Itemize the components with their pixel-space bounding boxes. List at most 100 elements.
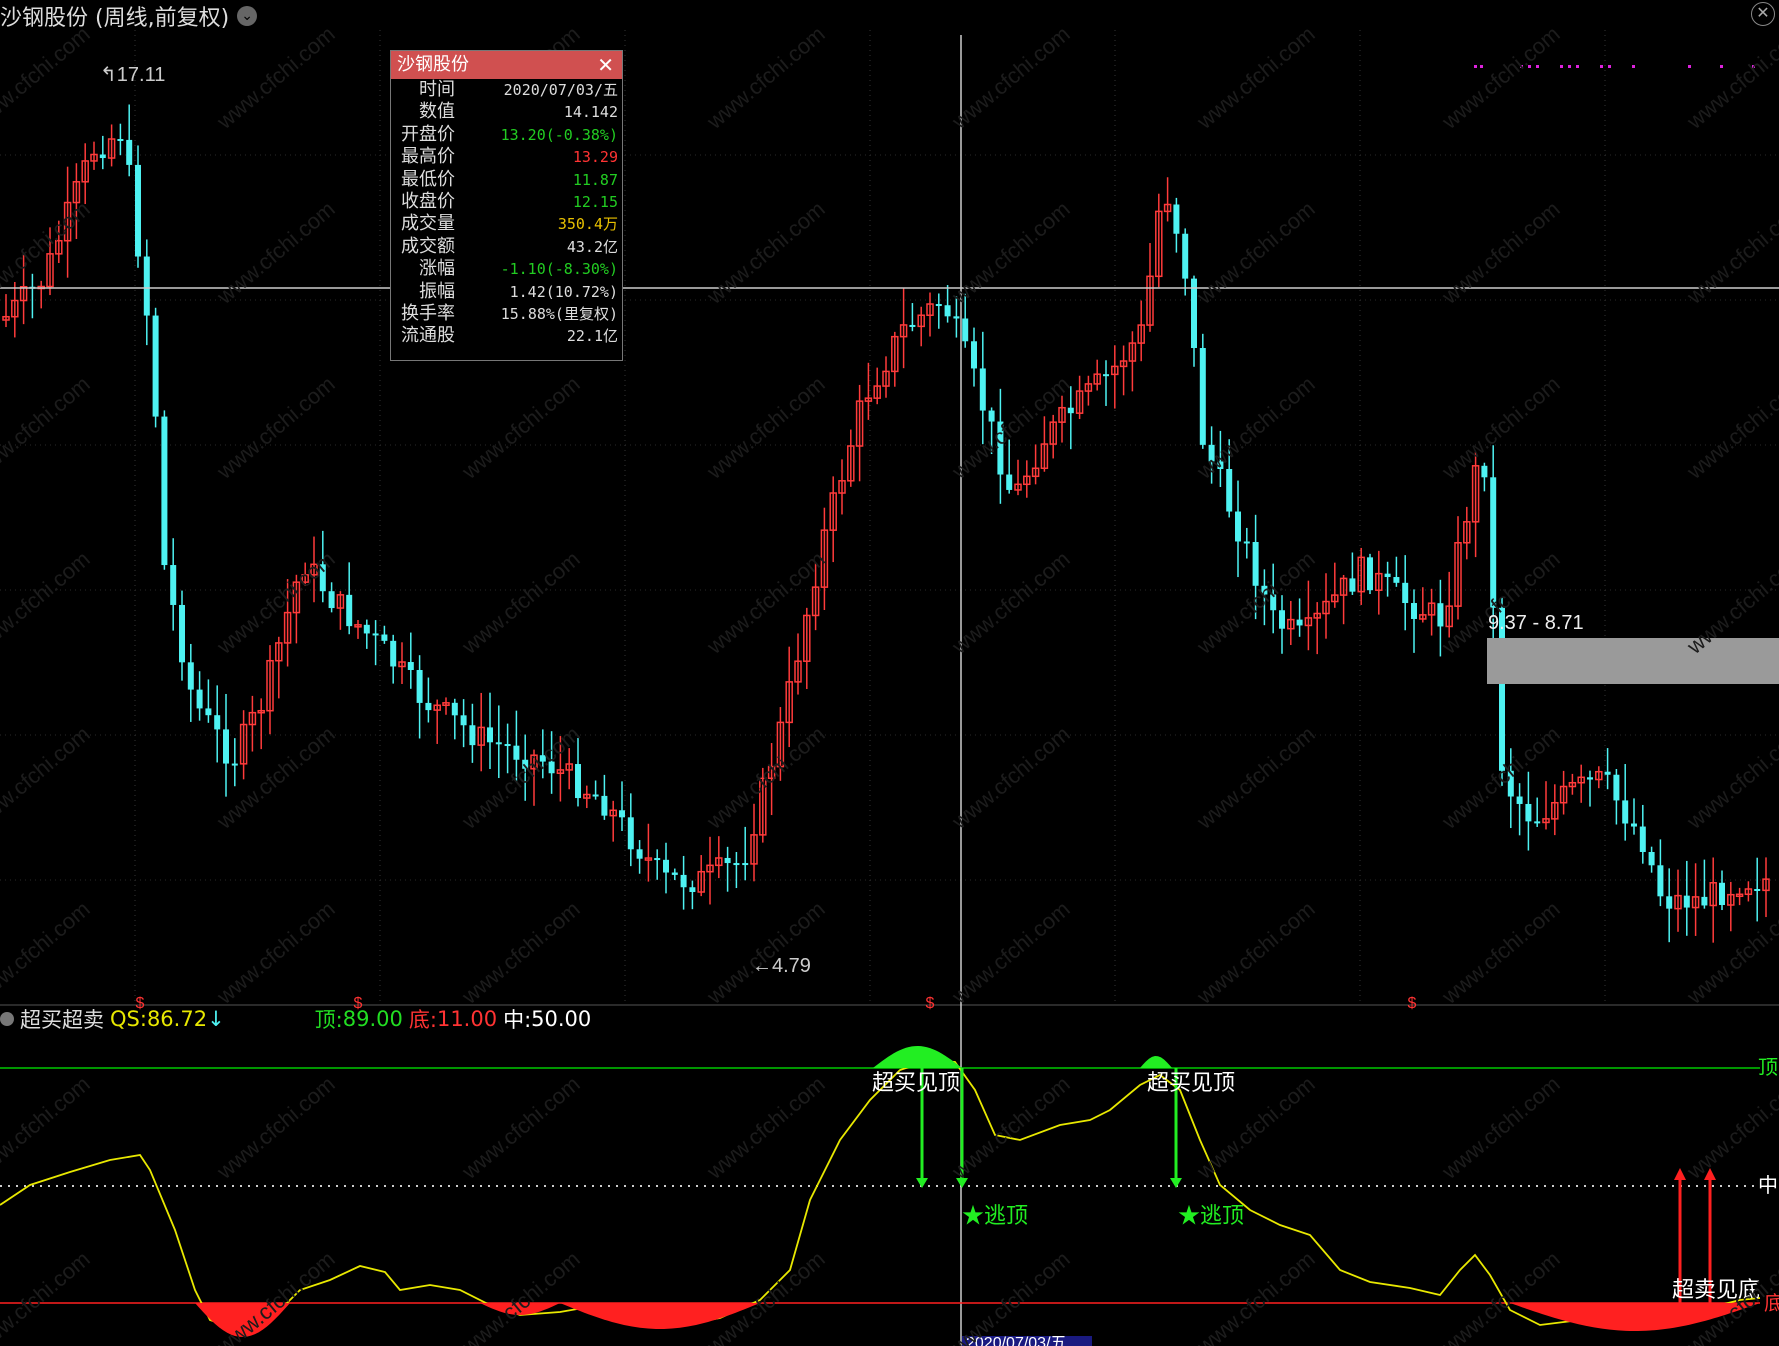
- candle-body: [126, 139, 133, 165]
- candle-body: [592, 794, 599, 797]
- watermark: www.cfchi.com: [0, 896, 95, 1009]
- info-row: 涨幅 -1.10(-8.30%): [391, 258, 622, 280]
- info-row: 成交量 350.4万: [391, 213, 622, 235]
- info-key: 成交量: [401, 213, 455, 235]
- candle-body: [1683, 895, 1690, 908]
- signal-marker: $: [926, 995, 935, 1012]
- candle-body: [1534, 821, 1541, 824]
- candle-body: [143, 256, 150, 316]
- candle-body: [135, 164, 141, 257]
- candle-body: [187, 662, 194, 690]
- qs-label: QS:: [110, 1007, 147, 1031]
- mid-line-tag: 中: [1758, 1174, 1778, 1197]
- info-value: 13.20(-0.38%): [500, 125, 618, 144]
- watermark: www.cfchi.com: [701, 371, 829, 484]
- info-value: 1.42(10.72%): [509, 282, 618, 301]
- candle-body: [346, 594, 353, 627]
- candle-body: [469, 725, 476, 746]
- candle-body: [416, 670, 423, 703]
- info-box-close-icon[interactable]: ✕: [597, 51, 614, 79]
- watermark: www.cfchi.com: [0, 371, 95, 484]
- watermark: www.cfchi.com: [1191, 371, 1319, 484]
- candle-body: [1411, 603, 1417, 619]
- info-value: 2020/07/03/五: [503, 81, 618, 99]
- info-value: 13.29: [572, 148, 618, 167]
- candle-body: [1393, 577, 1400, 583]
- info-box-title: 沙钢股份: [397, 54, 469, 75]
- top-label: 顶:: [314, 1008, 343, 1032]
- watermark: www.cfchi.com: [701, 196, 829, 309]
- candle-body: [953, 316, 960, 319]
- candle-body: [1639, 826, 1646, 852]
- candle-body: [654, 858, 661, 861]
- overbought-label: 超买见顶: [1147, 1070, 1235, 1095]
- candle-body: [1657, 865, 1664, 897]
- watermark: www.cfchi.com: [1681, 721, 1779, 834]
- candle-body: [979, 368, 986, 411]
- info-key: 最低价: [401, 168, 455, 190]
- watermark: www.cfchi.com: [1681, 371, 1779, 484]
- info-key: 时间: [419, 79, 455, 100]
- info-key: 最高价: [401, 146, 455, 168]
- chevron-down-icon[interactable]: ⌄: [237, 6, 258, 26]
- info-value: 14.142: [563, 103, 618, 122]
- info-value: 350.4万: [557, 215, 618, 234]
- watermark: www.cfchi.com: [701, 21, 829, 134]
- candle-body: [1402, 582, 1409, 604]
- escape-label: ★逃顶: [962, 1203, 1028, 1228]
- candle-body: [99, 154, 106, 159]
- watermark: www.cfchi.com: [1436, 371, 1564, 484]
- candle-body: [1067, 407, 1074, 414]
- candle-body: [1367, 557, 1373, 591]
- candle-body: [363, 624, 370, 634]
- candle-body: [909, 324, 916, 327]
- watermark: www.cfchi.com: [1681, 21, 1779, 134]
- candle-body: [1279, 610, 1285, 629]
- candle-body: [1173, 204, 1180, 234]
- chart-canvas[interactable]: $ $ $ $超买见顶 超买见顶★逃顶 ★逃顶超卖见底顶中底2020/07/03/五www…: [0, 0, 1779, 1346]
- candle-body: [1525, 803, 1532, 822]
- info-key: 收盘价: [401, 190, 455, 212]
- candle-body: [407, 662, 414, 671]
- candle-body: [944, 305, 951, 317]
- bottom-label: 底:: [408, 1008, 437, 1032]
- candle-body: [627, 817, 634, 850]
- low-price-label: ←4.79: [752, 955, 811, 977]
- watermark: www.cfchi.com: [456, 896, 584, 1009]
- watermark: www.cfchi.com: [456, 546, 584, 659]
- candle-body: [1243, 541, 1250, 544]
- signal-dot: [1720, 65, 1723, 68]
- candle-body: [680, 874, 687, 888]
- candle-body: [1103, 374, 1109, 377]
- candle-body: [460, 715, 467, 726]
- watermark: www.cfchi.com: [946, 21, 1074, 134]
- indicator-settings-icon[interactable]: [0, 1012, 14, 1026]
- close-icon[interactable]: ✕: [1751, 2, 1775, 26]
- watermark: www.cfchi.com: [946, 896, 1074, 1009]
- signal-dot: [1608, 65, 1611, 68]
- candle-body: [733, 863, 740, 866]
- signal-dot: [1536, 65, 1539, 68]
- info-box-header: 沙钢股份 ✕: [391, 51, 622, 79]
- signal-marker: $: [1408, 995, 1417, 1012]
- watermark: www.cfchi.com: [211, 21, 339, 134]
- qs-arrow-icon: ↓: [207, 1007, 225, 1031]
- watermark: www.cfchi.com: [1191, 1246, 1319, 1346]
- candle-body: [1631, 823, 1637, 827]
- signal-dot: [1474, 65, 1477, 68]
- info-row: 流通股 22.1亿: [391, 325, 622, 347]
- watermark: www.cfchi.com: [1436, 1071, 1564, 1184]
- top-value: 89.00: [342, 1007, 403, 1031]
- watermark: www.cfchi.com: [211, 896, 339, 1009]
- watermark: www.cfchi.com: [1436, 196, 1564, 309]
- candle-body: [1199, 348, 1206, 445]
- watermark: www.cfchi.com: [211, 721, 339, 834]
- candle-body: [1622, 800, 1629, 824]
- info-row: 时间 2020/07/03/五: [391, 79, 622, 101]
- candle-body: [619, 810, 625, 818]
- watermark: www.cfchi.com: [1681, 1071, 1779, 1184]
- candle-body: [1648, 851, 1655, 866]
- watermark: www.cfchi.com: [211, 196, 339, 309]
- candle-body: [671, 872, 678, 875]
- candle-body: [1182, 233, 1189, 279]
